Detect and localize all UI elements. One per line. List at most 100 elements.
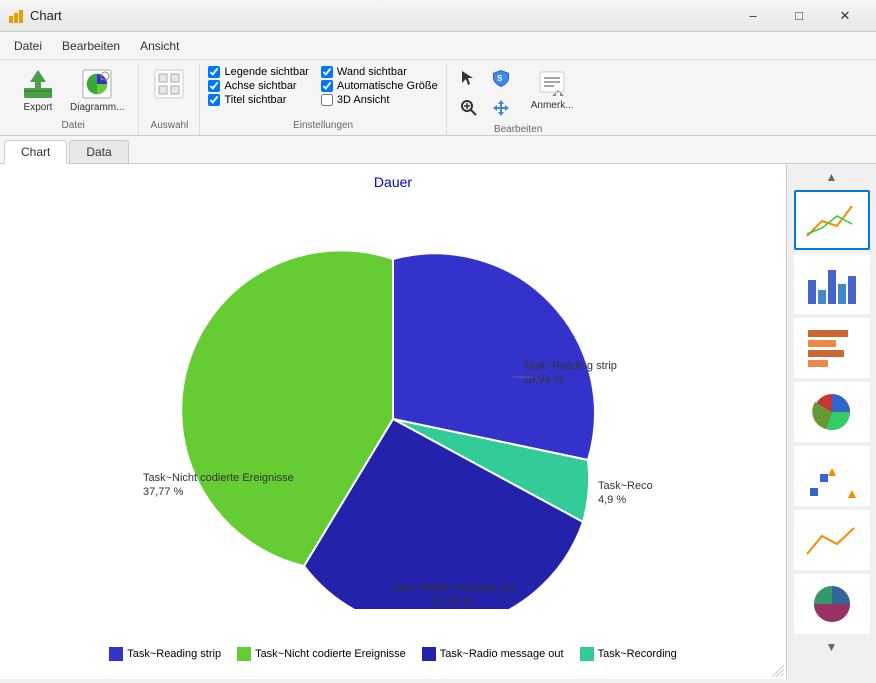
ribbon-group-einstellungen-label: Einstellungen (208, 120, 437, 131)
side-panel: ▲ (786, 164, 876, 679)
thumbnail-vbar-svg (802, 260, 862, 308)
menu-ansicht[interactable]: Ansicht (130, 35, 189, 57)
thumbnail-hbar-svg (802, 324, 862, 372)
legend-label-recording: Task~Recording (598, 648, 677, 660)
window-controls: – □ ✕ (730, 0, 868, 32)
checkbox-titel[interactable]: Titel sichtbar (208, 94, 308, 106)
legend-color-radio-message (422, 647, 436, 661)
scroll-up-arrow[interactable]: ▲ (824, 168, 840, 186)
thumbnail-pie-chart[interactable] (794, 382, 870, 442)
legend-item-reading-strip: Task~Reading strip (109, 647, 221, 661)
checkbox-legende-input[interactable] (208, 66, 220, 78)
tab-data[interactable]: Data (69, 140, 128, 163)
checkbox-achse-input[interactable] (208, 80, 220, 92)
auswahl-button[interactable] (147, 64, 191, 104)
thumbnail-line2-chart[interactable] (794, 510, 870, 570)
pointer-icon (460, 69, 478, 87)
export-button[interactable]: Export (16, 64, 60, 117)
ribbon-group-auswahl: Auswahl (139, 64, 200, 135)
checkbox-wand[interactable]: Wand sichtbar (321, 66, 438, 78)
zoom-button[interactable] (455, 94, 483, 122)
chart-title: Dauer (374, 174, 412, 190)
legend-label-radio-message: Task~Radio message out (440, 648, 564, 660)
legend-label-nicht-codierte: Task~Nicht codierte Ereignisse (255, 648, 406, 660)
ribbon-group-bearbeiten: S (447, 64, 590, 135)
ribbon-group-datei-label: Datei (16, 120, 130, 131)
thumbnail-line-svg (802, 196, 862, 244)
diagram-label: Diagramm... (70, 102, 124, 113)
export-icon (22, 68, 54, 100)
checkbox-wand-label: Wand sichtbar (337, 66, 407, 78)
checkbox-legende[interactable]: Legende sichtbar (208, 66, 308, 78)
label-nicht-codierte-pct: 37,77 % (143, 486, 184, 498)
ribbon-group-bearbeiten-label: Bearbeiten (455, 124, 582, 135)
checkbox-achse[interactable]: Achse sichtbar (208, 80, 308, 92)
legend-item-nicht-codierte: Task~Nicht codierte Ereignisse (237, 647, 406, 661)
diagram-button[interactable]: Diagramm... (64, 64, 130, 117)
svg-text:S: S (497, 74, 503, 83)
tab-chart[interactable]: Chart (4, 140, 67, 164)
pointer-tool-button[interactable] (455, 64, 483, 92)
checkbox-autogroesse[interactable]: Automatische Größe (321, 80, 438, 92)
checkbox-3d[interactable]: 3D Ansicht (321, 94, 438, 106)
legend-label-reading-strip: Task~Reading strip (127, 648, 221, 660)
legend-color-recording (580, 647, 594, 661)
ribbon-group-einstellungen: Legende sichtbar Achse sichtbar Titel si… (200, 64, 446, 135)
move-icon (492, 99, 510, 117)
label-radio-message: Task~Radio message out (391, 582, 515, 594)
tool-row-2 (455, 94, 515, 122)
zoom-icon (460, 99, 478, 117)
checkbox-autogroesse-label: Automatische Größe (337, 80, 438, 92)
export-label: Export (24, 102, 53, 113)
checkbox-autogroesse-input[interactable] (321, 80, 333, 92)
tab-bar: Chart Data (0, 136, 876, 164)
shield-button[interactable]: S (487, 64, 515, 92)
legend-color-reading-strip (109, 647, 123, 661)
ribbon-group-auswahl-label: Auswahl (147, 120, 191, 131)
thumbnail-scatter-svg (802, 452, 862, 500)
menu-bar: Datei Bearbeiten Ansicht (0, 32, 876, 60)
legend-item-recording: Task~Recording (580, 647, 677, 661)
label-radio-message-pct: 27,38 % (433, 596, 474, 608)
menu-bearbeiten[interactable]: Bearbeiten (52, 35, 130, 57)
window-title: Chart (30, 8, 62, 23)
thumbnail-pie2-chart[interactable] (794, 574, 870, 634)
checkbox-achse-label: Achse sichtbar (224, 80, 296, 92)
close-button[interactable]: ✕ (822, 0, 868, 32)
checkboxes-left: Legende sichtbar Achse sichtbar Titel si… (208, 64, 308, 108)
app-icon (8, 8, 24, 24)
maximize-button[interactable]: □ (776, 0, 822, 32)
chart-legend: Task~Reading strip Task~Nicht codierte E… (109, 639, 677, 669)
checkbox-legende-label: Legende sichtbar (224, 66, 308, 78)
label-nicht-codierte: Task~Nicht codierte Ereignisse (143, 472, 294, 484)
title-bar: Chart – □ ✕ (0, 0, 876, 32)
diagram-icon (81, 68, 113, 100)
scroll-down-arrow[interactable]: ▼ (824, 638, 840, 656)
pie-chart-container: Task~Reading strip 29,94 % Task~Recordin… (10, 198, 776, 639)
annotate-icon (536, 68, 568, 100)
annotate-button[interactable]: Anmerk... (523, 64, 582, 115)
checkbox-wand-input[interactable] (321, 66, 333, 78)
resize-handle[interactable] (770, 663, 786, 679)
legend-item-radio-message: Task~Radio message out (422, 647, 564, 661)
pie-chart-svg: Task~Reading strip 29,94 % Task~Recordin… (133, 229, 653, 609)
auswahl-icon (153, 68, 185, 100)
content-area: Dauer Task~Reading s (0, 164, 876, 679)
thumbnail-line-chart[interactable] (794, 190, 870, 250)
thumbnail-vbar-chart[interactable] (794, 254, 870, 314)
label-recording-pct: 4,9 % (598, 494, 626, 506)
move-button[interactable] (487, 94, 515, 122)
checkboxes-right: Wand sichtbar Automatische Größe 3D Ansi… (321, 64, 438, 108)
label-recording: Task~Recording (598, 480, 653, 492)
chart-display-area: Dauer Task~Reading s (0, 164, 786, 679)
minimize-button[interactable]: – (730, 0, 776, 32)
ribbon-group-datei: Export Diagramm... Datei (8, 64, 139, 135)
thumbnail-hbar-chart[interactable] (794, 318, 870, 378)
ribbon: Export Diagramm... Datei (0, 60, 876, 136)
menu-datei[interactable]: Datei (4, 35, 52, 57)
checkbox-3d-input[interactable] (321, 94, 333, 106)
thumbnail-scatter-chart[interactable] (794, 446, 870, 506)
thumbnail-line2-svg (802, 516, 862, 564)
checkbox-titel-input[interactable] (208, 94, 220, 106)
checkbox-3d-label: 3D Ansicht (337, 94, 390, 106)
